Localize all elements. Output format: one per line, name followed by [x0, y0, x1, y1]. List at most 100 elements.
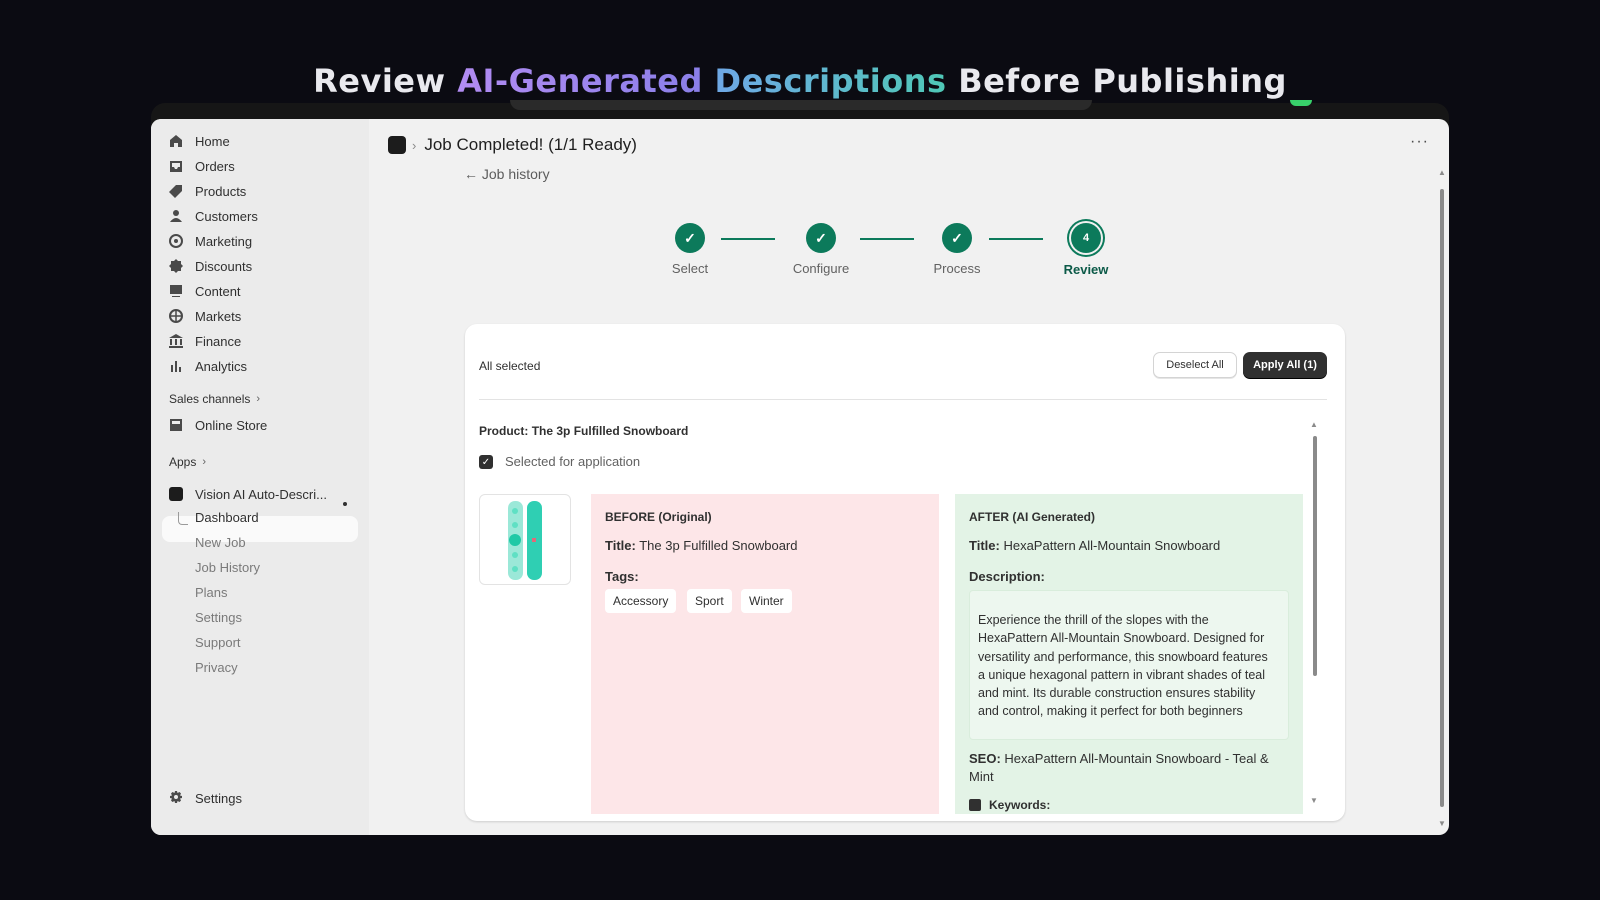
- main-content: › Job Completed! (1/1 Ready) ··· ← Job h…: [369, 119, 1449, 835]
- apply-all-button[interactable]: Apply All (1): [1243, 352, 1327, 378]
- step-connector: [860, 238, 914, 240]
- page-headline: Review AI-Generated Descriptions Before …: [0, 62, 1600, 100]
- apps-label: Apps: [169, 455, 197, 469]
- sidebar-item-home[interactable]: Home: [169, 130, 230, 152]
- sidebar-item-online-store[interactable]: Online Store: [169, 414, 267, 436]
- sidebar-item-label: Analytics: [195, 358, 248, 374]
- topbar-avatar[interactable]: [1290, 100, 1312, 106]
- deselect-all-button[interactable]: Deselect All: [1153, 352, 1237, 378]
- sidebar-subitem-job-history[interactable]: Job History: [195, 560, 260, 575]
- page-scroll-down-icon[interactable]: ▼: [1438, 819, 1446, 828]
- product-prefix: Product:: [479, 424, 529, 438]
- app-logo-icon: [169, 487, 183, 501]
- page-title: Job Completed! (1/1 Ready): [424, 135, 637, 154]
- sidebar-item-label: Orders: [195, 158, 235, 174]
- sidebar-item-vision-app[interactable]: Vision AI Auto-Descri...: [169, 483, 327, 505]
- sidebar-subitem-dashboard[interactable]: Dashboard: [195, 510, 259, 525]
- chart-icon: [171, 361, 181, 372]
- person-icon: [170, 210, 182, 222]
- active-highlight: [162, 516, 358, 542]
- sidebar-item-analytics[interactable]: Analytics: [169, 355, 247, 377]
- sidebar-item-discounts[interactable]: Discounts: [169, 255, 252, 277]
- sidebar-subitem-plans[interactable]: Plans: [195, 585, 228, 600]
- before-tags-label: Tags:: [605, 569, 639, 584]
- topbar-search-bar[interactable]: [510, 100, 1092, 110]
- product-name: The 3p Fulfilled Snowboard: [531, 424, 689, 438]
- chevron-right-icon: ›: [202, 456, 207, 468]
- sales-channels-label: Sales channels: [169, 392, 251, 406]
- after-heading: AFTER (AI Generated): [969, 510, 1096, 524]
- sidebar-item-settings[interactable]: Settings: [169, 787, 242, 809]
- tag-chip: Sport: [687, 589, 732, 613]
- snowboard-image: [508, 501, 542, 580]
- sidebar-item-label: Vision AI Auto-Descri...: [195, 486, 327, 502]
- select-product-checkbox[interactable]: ✓: [479, 455, 493, 469]
- selected-for-application-label[interactable]: Selected for application: [505, 454, 640, 469]
- after-description-text[interactable]: Experience the thrill of the slopes with…: [969, 590, 1289, 740]
- after-panel: AFTER (AI Generated) Title: HexaPattern …: [955, 494, 1303, 814]
- sidebar-item-finance[interactable]: Finance: [169, 330, 241, 352]
- seo-label: SEO:: [969, 751, 1001, 766]
- step-review-circle: 4: [1071, 223, 1101, 253]
- sidebar-item-label: Settings: [195, 790, 242, 806]
- step-select-circle: ✓: [675, 223, 705, 253]
- job-history-back-link[interactable]: ← Job history: [464, 166, 550, 182]
- sales-channels-heading[interactable]: Sales channels ›: [169, 392, 260, 406]
- page-scroll-up-icon[interactable]: ▲: [1438, 168, 1446, 177]
- step-connector: [721, 238, 775, 240]
- before-title-value: The 3p Fulfilled Snowboard: [639, 538, 798, 553]
- selection-status: All selected: [479, 359, 541, 373]
- inbox-icon: [170, 161, 182, 172]
- sidebar-item-label: Customers: [195, 208, 258, 224]
- inner-scroll-down-icon[interactable]: ▼: [1310, 796, 1318, 805]
- headline-part-1: Review: [313, 62, 458, 100]
- after-keywords-row[interactable]: Keywords:: [969, 798, 1050, 812]
- sidebar-item-content[interactable]: Content: [169, 280, 241, 302]
- page-scrollbar[interactable]: [1440, 189, 1444, 807]
- before-panel: BEFORE (Original) Title: The 3p Fulfille…: [591, 494, 939, 814]
- store-icon: [170, 419, 182, 431]
- after-title-label: Title:: [969, 538, 1000, 553]
- sidebar-item-orders[interactable]: Orders: [169, 155, 235, 177]
- pin-icon[interactable]: [343, 502, 347, 506]
- app-logo-icon[interactable]: [388, 136, 406, 154]
- sidebar-subitem-privacy[interactable]: Privacy: [195, 660, 238, 675]
- sidebar-item-label: Discounts: [195, 258, 253, 274]
- before-title-row: Title: The 3p Fulfilled Snowboard: [605, 538, 797, 553]
- headline-part-4: Descriptions: [714, 62, 947, 100]
- target-icon: [169, 234, 183, 248]
- sidebar-item-label: Markets: [195, 308, 242, 324]
- tag-chip: Winter: [741, 589, 792, 613]
- breadcrumb-chevron-icon: ›: [412, 137, 417, 153]
- tags-label: Tags:: [605, 569, 639, 584]
- keywords-checkbox[interactable]: [969, 799, 981, 811]
- inner-scrollbar[interactable]: [1313, 436, 1317, 676]
- keywords-label: Keywords:: [989, 798, 1051, 812]
- admin-window: Home Orders Products Customers Marketing…: [151, 119, 1449, 835]
- tree-connector: [178, 512, 188, 525]
- sidebar-item-label: Online Store: [195, 417, 268, 433]
- inner-scroll-up-icon[interactable]: ▲: [1310, 420, 1318, 429]
- sidebar-item-markets[interactable]: Markets: [169, 305, 241, 327]
- sidebar-subitem-settings[interactable]: Settings: [195, 610, 242, 625]
- sidebar-item-label: Finance: [195, 333, 242, 349]
- sidebar-subitem-support[interactable]: Support: [195, 635, 241, 650]
- more-actions-button[interactable]: ···: [1410, 133, 1429, 151]
- headline-part-5: Before Publishing: [946, 62, 1287, 100]
- discount-icon: [169, 259, 183, 273]
- step-process-circle: ✓: [942, 223, 972, 253]
- sidebar-subitem-new-job[interactable]: New Job: [195, 535, 246, 550]
- sidebar-item-label: Content: [195, 283, 241, 299]
- step-configure-circle: ✓: [806, 223, 836, 253]
- sidebar-item-products[interactable]: Products: [169, 180, 246, 202]
- sidebar-item-customers[interactable]: Customers: [169, 205, 258, 227]
- sidebar-item-label: Marketing: [195, 233, 253, 249]
- after-title-row: Title: HexaPattern All-Mountain Snowboar…: [969, 538, 1220, 553]
- page-header: › Job Completed! (1/1 Ready): [388, 135, 637, 155]
- sidebar: Home Orders Products Customers Marketing…: [151, 119, 369, 835]
- description-label: Description:: [969, 569, 1045, 584]
- sidebar-item-marketing[interactable]: Marketing: [169, 230, 252, 252]
- apps-heading[interactable]: Apps ›: [169, 455, 206, 469]
- step-configure-label: Configure: [792, 261, 850, 276]
- step-process-label: Process: [933, 261, 981, 276]
